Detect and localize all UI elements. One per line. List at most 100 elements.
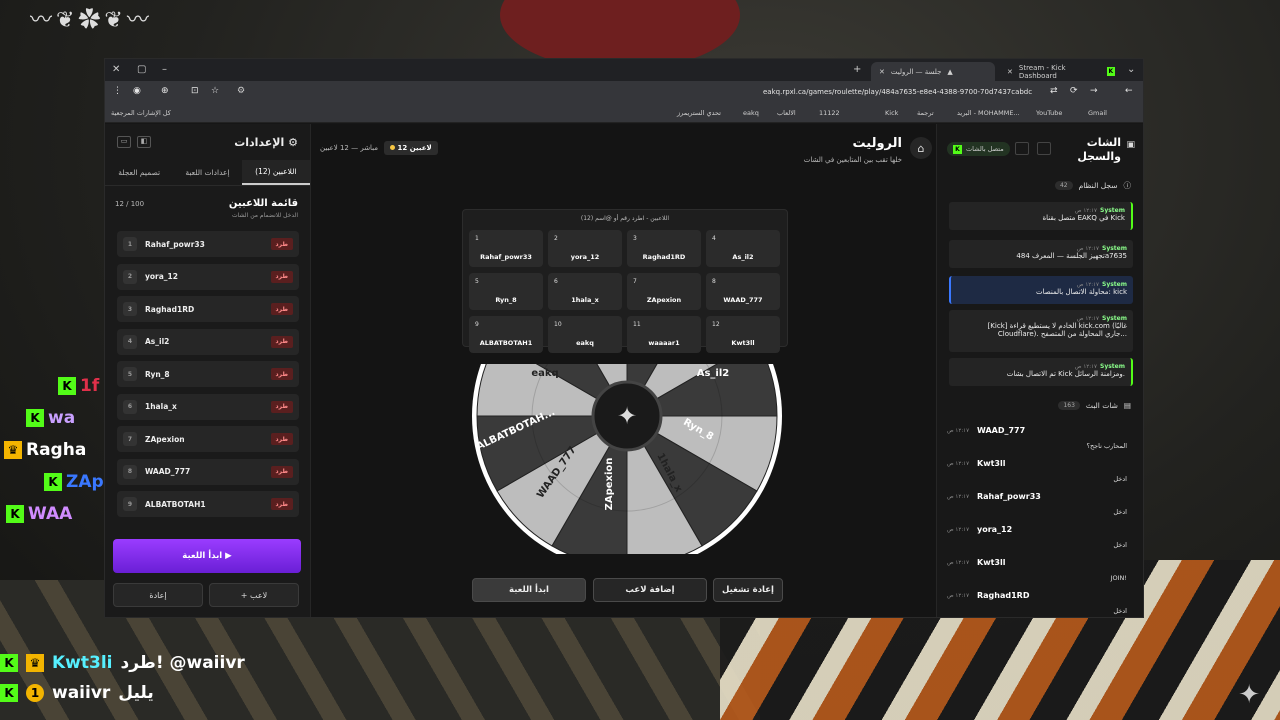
message-text: ادخل (1113, 475, 1127, 483)
player-row[interactable]: 8 WAAD_777 طرد (117, 458, 299, 485)
grid-player-name: As_il2 (732, 253, 754, 261)
add-player-button[interactable]: + لاعب (209, 583, 299, 607)
bookmark-youtube[interactable]: YouTube (1036, 109, 1062, 117)
start-game-button[interactable]: ابدأ اللعبة ▶ (113, 539, 301, 573)
panel-collapse-icon[interactable]: ◧ (137, 136, 151, 148)
tab-players[interactable]: اللاعبين (12) (241, 160, 310, 185)
tab-game-settings[interactable]: إعدادات اللعبة (173, 160, 241, 185)
stream-overlay-chat: K 1f Kwa ♛ Ragha K ZAp K WAA (0, 370, 120, 530)
message-text: ادخل (1113, 508, 1127, 516)
message-author[interactable]: Raghad1RD (977, 591, 1029, 600)
close-window-icon[interactable]: ✕ (112, 64, 120, 75)
player-name: Raghad1RD (145, 304, 195, 314)
profile-icon[interactable]: ◉ (133, 86, 141, 96)
close-tab-icon[interactable]: ✕ (879, 68, 885, 76)
bookmark-streamer-challenge[interactable]: تحدي الستريمرز (677, 109, 721, 117)
kick-player-button[interactable]: طرد (270, 335, 293, 348)
chat-layout-icon[interactable] (1015, 142, 1029, 155)
bookmark-kick[interactable]: Kick (885, 109, 898, 117)
overlay-name: WAA (28, 504, 73, 524)
player-row[interactable]: 3 Raghad1RD طرد (117, 296, 299, 322)
restore-window-icon[interactable]: ▢ (137, 64, 146, 75)
grid-player-cell[interactable]: 5 Ryn_8 (469, 273, 543, 310)
kick-player-button[interactable]: طرد (270, 270, 293, 283)
close-tab-icon[interactable]: ✕ (1007, 68, 1013, 76)
kick-player-button[interactable]: طرد (270, 368, 293, 380)
message-author[interactable]: yora_12 (977, 525, 1012, 534)
site-info-icon[interactable]: ⇄ (1050, 86, 1058, 96)
bookmark-games[interactable]: الالعاب (777, 109, 796, 117)
player-row[interactable]: 1 Rahaf_powr33 طرد (117, 231, 299, 257)
message-author[interactable]: Kwt3ll (977, 459, 1005, 468)
message-text: [Kick] الخادم لا يستطيع قراءة kick.com (… (987, 322, 1127, 338)
bookmark-translate[interactable]: ترجمة (917, 109, 934, 117)
message-author[interactable]: Kwt3ll (977, 558, 1005, 567)
grid-caption: اللاعبين - اطرد رقم أو @اسم (12) (580, 215, 670, 222)
tab-label: Stream - Kick Dashboard (1018, 63, 1066, 80)
forward-icon[interactable]: → (1090, 86, 1098, 96)
player-row[interactable]: 9 ALBATBOTAH1 طرد (117, 491, 299, 517)
menu-icon[interactable]: ⋮ (113, 86, 122, 96)
kick-favicon-icon: K (1106, 67, 1115, 76)
home-icon[interactable]: ⌂ (910, 137, 932, 159)
reset-button[interactable]: إعادة (113, 583, 203, 607)
tab-roulette[interactable]: ✕ جلسة — الروليت ▲ (871, 62, 995, 81)
grid-player-cell[interactable]: 3 Raghad1RD (627, 230, 701, 267)
chat-message: ١٢:١٧ ص yora_12 ادخل (947, 525, 1133, 558)
grid-player-number: 2 (554, 235, 558, 242)
bookmark-eakq[interactable]: eakq (743, 109, 759, 117)
grid-player-cell[interactable]: 2 yora_12 (548, 230, 622, 267)
message-author[interactable]: Rahaf_powr33 (977, 492, 1041, 501)
kick-player-button[interactable]: طرد (270, 400, 293, 413)
bookmark-11122[interactable]: 11122 (819, 109, 840, 117)
player-number: 5 (123, 367, 137, 381)
grid-player-cell[interactable]: 7 ZApexion (627, 273, 701, 310)
system-message: ١٢:١٧ ص System تجهيز الجلسة — المعرف 484a7… (949, 240, 1133, 268)
kick-player-button[interactable]: طرد (270, 433, 293, 445)
panel-layout-icon[interactable]: ▭ (117, 136, 131, 148)
kick-player-button[interactable]: طرد (270, 498, 293, 510)
all-bookmarks-link[interactable]: كل الإشارات المرجعية (111, 109, 171, 117)
player-row[interactable]: 7 ZApexion طرد (117, 426, 299, 452)
message-time: ١٢:١٧ ص (947, 461, 970, 467)
screenshot-icon[interactable]: ⊡ (191, 86, 199, 96)
player-row[interactable]: 5 Ryn_8 طرد (117, 361, 299, 387)
kick-badge-icon: K (44, 473, 62, 491)
grid-player-number: 8 (712, 278, 716, 285)
message-author: System (1102, 245, 1127, 252)
grid-player-cell[interactable]: 4 As_il2 (706, 230, 780, 267)
tab-wheel-design[interactable]: تصميم العجلة (105, 160, 173, 185)
site-settings-icon[interactable]: ⚙ (237, 86, 245, 96)
grid-player-cell[interactable]: 8 WAAD_777 (706, 273, 780, 310)
player-row[interactable]: 6 1hala_x طرد (117, 393, 299, 420)
message-author: System (1102, 315, 1127, 322)
bookmark-star-icon[interactable]: ☆ (211, 86, 219, 96)
tab-search-icon[interactable]: ⌄ (1127, 64, 1135, 75)
minimize-window-icon[interactable]: – (162, 64, 167, 75)
grid-player-cell[interactable]: 1 Rahaf_powr33 (469, 230, 543, 267)
kick-player-button[interactable]: طرد (270, 465, 293, 478)
roulette-wheel[interactable]: eakq As_il2ALBATBOTAH... Ryn_8WAAD_777 1hal… (457, 324, 797, 554)
extensions-icon[interactable]: ⊕ (161, 86, 169, 96)
grid-player-cell[interactable]: 6 1hala_x (548, 273, 622, 310)
new-tab-icon[interactable]: + (853, 64, 861, 75)
player-row[interactable]: 4 As_il2 طرد (117, 328, 299, 355)
back-icon[interactable]: ← (1125, 86, 1133, 96)
url-field[interactable]: eakq.rpxl.ca/games/roulette/play/484a763… (763, 88, 1032, 96)
kick-player-button[interactable]: طرد (270, 238, 293, 250)
restart-button[interactable]: إعادة تشغيل (713, 578, 783, 602)
player-name: WAAD_777 (145, 467, 191, 476)
bookmark-gmail[interactable]: Gmail (1088, 109, 1107, 117)
message-author[interactable]: WAAD_777 (977, 426, 1025, 435)
player-row[interactable]: 2 yora_12 طرد (117, 263, 299, 290)
kick-player-button[interactable]: طرد (270, 303, 293, 315)
live-chat-header: 163 شات البث ▤ (1058, 401, 1131, 410)
bookmark-mail[interactable]: البريد - MOHAMME... (957, 109, 1020, 117)
tab-kick-dashboard[interactable]: ✕ Stream - Kick Dashboard K (999, 62, 1123, 81)
chat-popout-icon[interactable] (1037, 142, 1051, 155)
player-number: 3 (123, 302, 137, 316)
reload-icon[interactable]: ⟳ (1070, 86, 1078, 96)
system-message: ١٢:١٧ ص System تم الاتصال بشات Kick ومزامن… (949, 358, 1133, 386)
add-player-main-button[interactable]: إضافة لاعب (593, 578, 707, 602)
start-game-main-button[interactable]: ابدأ اللعبة (472, 578, 586, 602)
